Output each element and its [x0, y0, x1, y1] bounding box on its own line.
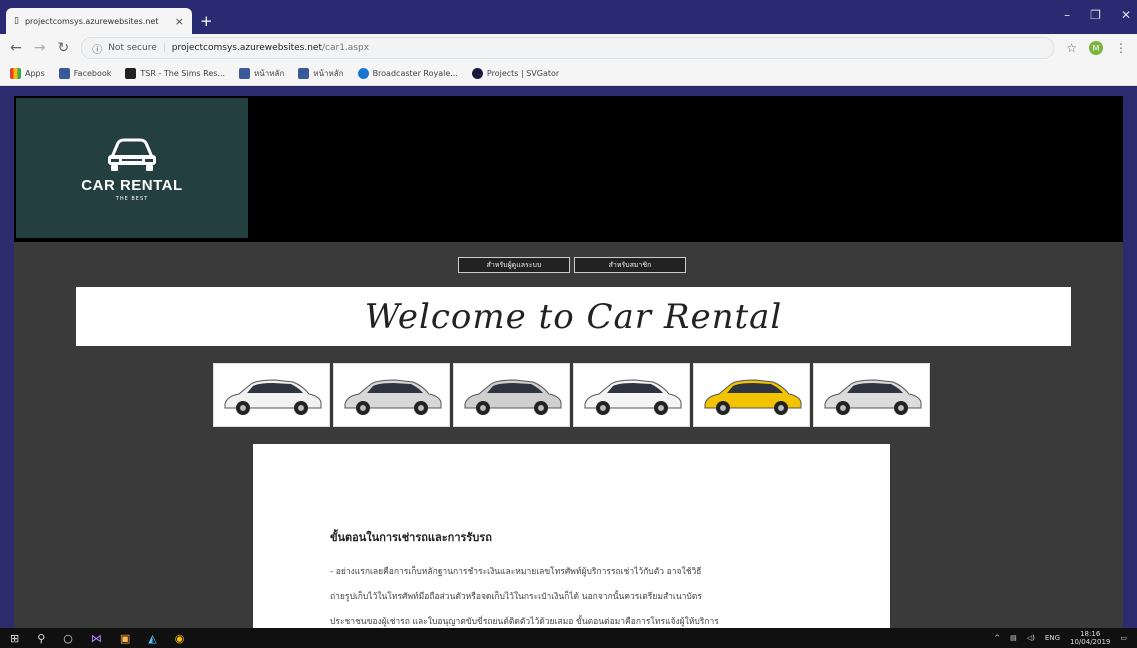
facebook-icon: [298, 68, 310, 79]
app-icon[interactable]: ◭: [148, 632, 156, 645]
bookmark-label: Projects | SVGator: [486, 69, 560, 78]
security-label: Not secure: [108, 43, 157, 53]
bookmarks-bar: Apps Facebook TSR - The Sims Res... หน้า…: [0, 62, 1137, 86]
new-tab-button[interactable]: +: [200, 12, 213, 30]
bookmark-apps[interactable]: Apps: [10, 68, 45, 79]
car-thumbnail: [224, 379, 321, 415]
facebook-icon: [239, 68, 251, 79]
network-icon[interactable]: ▤: [1010, 634, 1017, 642]
system-tray: ^ ▤ ◁) ENG 18:16 10/04/2019 ▭: [994, 630, 1127, 646]
visual-studio-icon[interactable]: ⋈: [91, 632, 102, 645]
menu-kebab-icon[interactable]: ⋮: [1115, 41, 1127, 55]
facebook-icon: [58, 68, 70, 79]
tab-title: projectcomsys.azurewebsites.net: [24, 16, 159, 26]
car-image-van[interactable]: [813, 363, 930, 427]
back-arrow-icon[interactable]: ←: [10, 40, 22, 56]
app-icon[interactable]: ▣: [120, 632, 130, 645]
bookmark-facebook[interactable]: Facebook: [58, 68, 112, 79]
address-host: projectcomsys.azurewebsites.net: [171, 43, 322, 53]
welcome-banner: Welcome to Car Rental: [76, 287, 1071, 346]
car-image-suv[interactable]: [333, 363, 450, 427]
logo-subtitle: THE BEST: [115, 195, 149, 202]
os-taskbar: ⊞ ⚲ ○ ⋈ ▣ ◭ ◉ ^ ▤ ◁) ENG 18:16 10/04/201…: [0, 628, 1137, 648]
content-panel: ขั้นตอนในการเช่ารถและการรับรถ - อย่างแรก…: [253, 444, 890, 628]
member-button[interactable]: สำหรับสมาชิก: [574, 257, 686, 273]
language-indicator[interactable]: ENG: [1045, 634, 1060, 642]
clock-time: 18:16: [1080, 630, 1101, 638]
clock[interactable]: 18:16 10/04/2019: [1070, 630, 1110, 646]
bookmark-label: Apps: [25, 69, 45, 78]
bookmark-tsr[interactable]: TSR - The Sims Res...: [125, 68, 225, 79]
page-icon: ▯: [14, 16, 19, 26]
maximize-icon[interactable]: ❐: [1090, 8, 1101, 22]
notification-icon[interactable]: ▭: [1120, 634, 1127, 642]
car-gallery: [213, 363, 930, 427]
tsr-icon: [125, 68, 137, 79]
bookmark-label: หน้าหลัก: [313, 69, 344, 78]
bookmark-svgator[interactable]: Projects | SVGator: [471, 68, 560, 79]
bookmark-label: Broadcaster Royale...: [372, 69, 458, 78]
svgator-icon: [471, 68, 483, 79]
info-icon[interactable]: ⓘ: [92, 41, 102, 56]
site-logo[interactable]: CAR RENTAL THE BEST: [16, 98, 248, 238]
browser-tab[interactable]: ▯ projectcomsys.azurewebsites.net ×: [6, 8, 192, 34]
chrome-icon[interactable]: ◉: [175, 632, 185, 645]
car-thumbnail: [704, 379, 801, 415]
volume-icon[interactable]: ◁): [1027, 634, 1035, 642]
profile-avatar[interactable]: M: [1089, 41, 1103, 55]
content-paragraph-line: ประชาชนของผู้เช่ารถ และใบอนุญาตขับขี่รถย…: [330, 617, 719, 627]
admin-button[interactable]: สำหรับผู้ดูแลระบบ: [458, 257, 570, 273]
browser-tab-strip: ▯ projectcomsys.azurewebsites.net × + – …: [0, 0, 1137, 34]
apps-grid-icon: [10, 68, 21, 79]
address-bar[interactable]: ⓘ Not secure | projectcomsys.azurewebsit…: [81, 37, 1055, 59]
content-paragraph-line: - อย่างแรกเลยคือการเก็บหลักฐานการชำระเงิ…: [330, 567, 702, 577]
bookmark-broadcaster[interactable]: Broadcaster Royale...: [357, 68, 458, 79]
close-window-icon[interactable]: ✕: [1121, 8, 1131, 22]
bookmark-label: หน้าหลัก: [254, 69, 285, 78]
forward-arrow-icon[interactable]: →: [34, 40, 46, 56]
page-viewport: CAR RENTAL THE BEST สำหรับผู้ดูแลระบบ สำ…: [14, 96, 1123, 628]
window-controls: – ❐ ✕: [1064, 8, 1131, 22]
bookmark-label: TSR - The Sims Res...: [140, 69, 226, 78]
chevron-up-icon[interactable]: ^: [994, 634, 1000, 642]
browser-toolbar: ← → ↻ ⓘ Not secure | projectcomsys.azure…: [0, 34, 1137, 62]
content-heading: ขั้นตอนในการเช่ารถและการรับรถ: [330, 531, 492, 544]
reload-icon[interactable]: ↻: [57, 40, 69, 56]
bookmark-label: Facebook: [73, 69, 112, 78]
car-thumbnail: [464, 379, 561, 415]
logo-title: CAR RENTAL: [81, 176, 183, 194]
car-image-compact[interactable]: [573, 363, 690, 427]
clock-date: 10/04/2019: [1070, 638, 1111, 646]
content-paragraph-line: ถ่ายรูปเก็บไว้ในโทรศัพท์มือถือส่วนตัวหรื…: [330, 592, 702, 602]
address-path: /car1.aspx: [322, 43, 370, 53]
search-icon[interactable]: ⚲: [37, 632, 45, 645]
car-image-hatchback[interactable]: [693, 363, 810, 427]
site-nav: สำหรับผู้ดูแลระบบ สำหรับสมาชิก: [458, 257, 686, 273]
broadcaster-icon: [357, 68, 369, 79]
car-thumbnail: [344, 379, 441, 415]
car-image-sedan[interactable]: [213, 363, 330, 427]
car-logo-icon: [108, 138, 156, 171]
minimize-icon[interactable]: –: [1064, 8, 1070, 22]
address-divider: |: [162, 43, 166, 53]
bookmark-home-1[interactable]: หน้าหลัก: [239, 67, 284, 80]
car-thumbnail: [584, 379, 681, 415]
task-view-icon[interactable]: ○: [63, 632, 73, 645]
windows-start-icon[interactable]: ⊞: [10, 632, 19, 645]
bookmark-home-2[interactable]: หน้าหลัก: [298, 67, 344, 80]
bookmark-star-icon[interactable]: ☆: [1066, 41, 1077, 55]
site-header: CAR RENTAL THE BEST: [14, 96, 1123, 242]
car-image-4x4[interactable]: [453, 363, 570, 427]
car-thumbnail: [824, 379, 921, 415]
close-tab-icon[interactable]: ×: [175, 15, 184, 28]
